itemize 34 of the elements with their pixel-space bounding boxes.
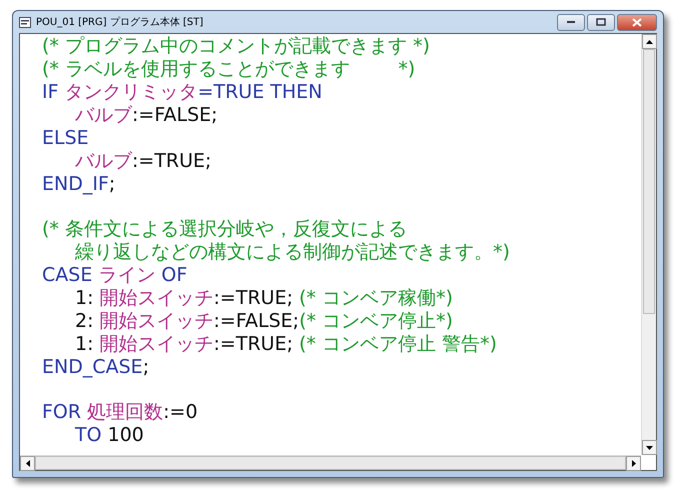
- down-arrow-icon: [646, 446, 653, 450]
- code-line: IF タンクリミッタ=TRUE THEN: [42, 81, 324, 104]
- scroll-right-button[interactable]: [626, 456, 641, 471]
- code-line: END_CASE;: [42, 356, 150, 379]
- app-icon: [19, 16, 31, 28]
- code-line: (* ラベルを使用することができます *): [42, 58, 416, 81]
- close-icon: [631, 18, 643, 26]
- code-line: 繰り返しなどの構文による制御が記述できます。*): [74, 241, 511, 264]
- scrollbar-thumb[interactable]: [643, 49, 655, 314]
- code-line: CASE ライン OF: [42, 264, 188, 287]
- window-title: POU_01 [PRG] プログラム本体 [ST]: [36, 16, 204, 30]
- code-line: バルブ:=TRUE;: [74, 150, 212, 173]
- code-line: 1: 開始スイッチ:=TRUE; (* コンベア停止 警告*): [74, 333, 498, 356]
- minimize-icon: [566, 20, 576, 24]
- right-arrow-icon: [632, 460, 636, 467]
- scroll-left-button[interactable]: [20, 456, 35, 471]
- code-line: (* プログラム中のコメントが記載できます *): [42, 35, 431, 58]
- code-line: バルブ:=FALSE;: [74, 104, 219, 127]
- scroll-down-button[interactable]: [642, 440, 657, 455]
- code-line: 1: 開始スイッチ:=TRUE; (* コンベア稼働*): [74, 287, 454, 310]
- code-line: FOR 処理回数:=0: [42, 401, 199, 424]
- left-arrow-icon: [26, 460, 30, 467]
- scroll-up-button[interactable]: [642, 34, 657, 49]
- code-line: 2: 開始スイッチ:=FALSE;(* コンベア停止*): [74, 310, 454, 333]
- scrollbar-thumb[interactable]: [35, 456, 626, 470]
- code-line: (* 条件文による選択分岐や，反復文による: [42, 218, 408, 241]
- code-line: END_IF;: [42, 173, 116, 196]
- maximize-icon: [596, 18, 606, 26]
- code-line: ELSE: [42, 127, 90, 150]
- minimize-button[interactable]: [557, 14, 585, 30]
- code-line: TO 100: [74, 424, 145, 447]
- up-arrow-icon: [646, 40, 653, 44]
- maximize-button[interactable]: [587, 14, 615, 30]
- close-button[interactable]: [617, 14, 657, 30]
